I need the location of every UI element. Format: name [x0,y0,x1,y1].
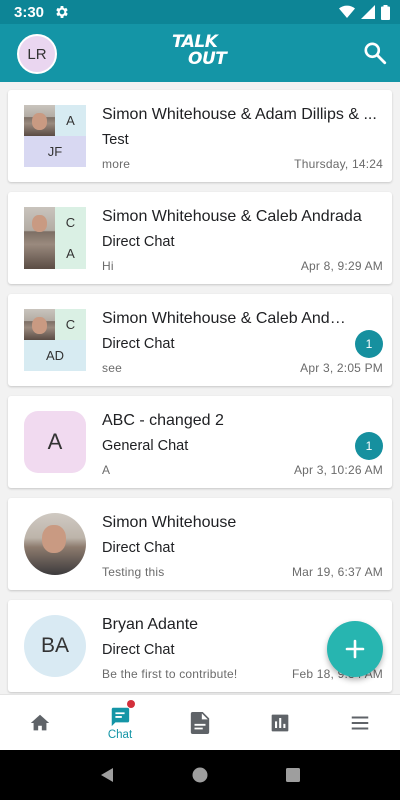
document-icon [190,711,210,734]
talkout-logo: TALK OUT [170,34,232,74]
status-time: 3:30 [14,3,45,21]
new-chat-button[interactable] [327,621,383,677]
conversation-type: Direct Chat [102,642,175,658]
member-initial-tile: A [66,246,75,261]
last-message-preview: more [102,157,131,171]
nav-polls[interactable] [240,695,320,750]
member-initial-tile: JF [24,136,86,167]
chat-icon [111,707,130,726]
status-bar: 3:30 [0,0,400,24]
last-message-preview: see [102,361,122,375]
member-photo [24,309,55,340]
member-initial-tile: C [65,215,76,230]
home-circle-icon[interactable] [191,766,209,784]
group-avatar: A JF [24,105,86,167]
group-avatar: C AD [24,309,86,371]
conversation-type: General Chat [102,438,189,454]
nav-documents[interactable] [160,695,240,750]
member-initial-tile: AD [24,340,86,371]
user-avatar-initials: LR [27,45,47,63]
last-message-time: Thursday, 14:24 [294,157,383,171]
member-initials-stack: C A [55,207,86,269]
unread-count-badge: 1 [355,330,383,358]
system-navigation-bar [0,750,400,800]
group-initial-avatar: A [24,411,86,473]
nav-menu[interactable] [320,695,400,750]
conversation-card[interactable]: A JF Simon Whitehouse & Adam Dillips & .… [8,90,392,182]
conversation-name: Simon Whitehouse & Caleb Andrada... [102,310,350,327]
conversation-card[interactable]: A ABC - changed 2 General Chat 1 A Apr 3… [8,396,392,488]
last-message-time: Apr 3, 2:05 PM [300,361,383,375]
conversation-list[interactable]: A JF Simon Whitehouse & Adam Dillips & .… [0,82,400,694]
contact-avatar: BA [24,615,86,677]
nav-chat[interactable]: Chat [80,695,160,750]
conversation-type: Direct Chat [102,540,175,556]
conversation-name: Simon Whitehouse [102,514,237,531]
conversation-type: Direct Chat [102,234,175,250]
home-icon [30,714,50,730]
conversation-type: Test [102,132,129,148]
last-message-preview: Hi [102,259,114,273]
wifi-icon [339,5,355,18]
plus-icon [345,639,365,659]
recents-icon[interactable] [284,766,302,784]
bar-chart-icon [271,714,289,731]
conversation-card[interactable]: Simon Whitehouse Direct Chat Testing thi… [8,498,392,590]
nav-chat-label: Chat [107,728,133,741]
unread-count-badge: 1 [355,432,383,460]
search-icon[interactable] [362,40,388,66]
back-icon[interactable] [98,766,116,784]
cellular-signal-icon [361,5,375,19]
logo-line-2: OUT [188,49,227,69]
nav-home[interactable] [0,695,80,750]
last-message-time: Apr 8, 9:29 AM [300,259,383,273]
last-message-preview: A [102,463,111,477]
last-message-time: Apr 3, 10:26 AM [293,463,383,477]
conversation-card[interactable]: C AD Simon Whitehouse & Caleb Andrada...… [8,294,392,386]
group-avatar: A [24,411,86,473]
conversation-name: Simon Whitehouse & Adam Dillips & ... [102,106,377,123]
battery-icon [381,4,390,20]
member-photo [24,207,55,269]
last-message-time: Mar 19, 6:37 AM [291,565,383,579]
conversation-card[interactable]: C A Simon Whitehouse & Caleb Andrada Dir… [8,192,392,284]
member-initial-tile: C [55,309,86,340]
contact-avatar [24,513,86,575]
contact-initials-avatar: BA [24,615,86,677]
conversation-name: ABC - changed 2 [102,412,224,429]
group-avatar: C A [24,207,86,269]
menu-icon [351,715,369,730]
notification-dot [127,700,135,708]
last-message-preview: Be the first to contribute! [102,667,238,681]
member-photo [24,105,55,136]
bottom-navigation: Chat [0,694,400,750]
conversation-type: Direct Chat [102,336,175,352]
last-message-preview: Testing this [102,565,165,579]
contact-photo [24,513,86,575]
user-avatar[interactable]: LR [17,34,57,74]
settings-gear-icon [56,6,68,18]
member-initial-tile: A [55,105,86,136]
conversation-name: Simon Whitehouse & Caleb Andrada [102,208,362,225]
app-bar: LR TALK OUT [0,24,400,82]
